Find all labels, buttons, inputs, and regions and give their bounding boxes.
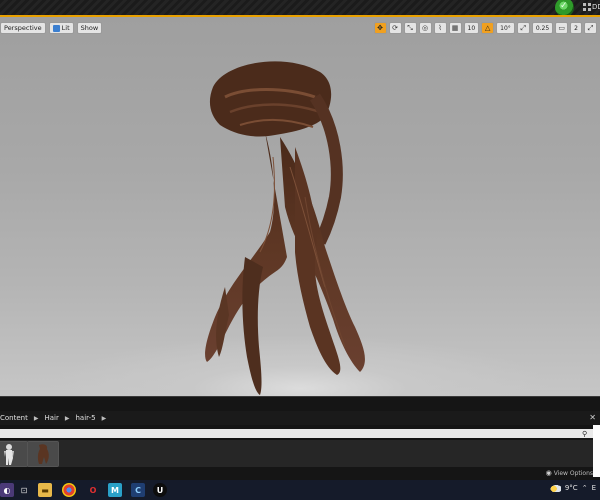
lit-label: Lit [61, 24, 70, 32]
window-title: DD [592, 3, 600, 11]
hair-mesh[interactable] [185, 57, 395, 402]
weather-temp[interactable]: 9°C [565, 484, 578, 492]
grid-snap-icon[interactable]: ▦ [448, 22, 462, 34]
details-panel-edge [593, 425, 600, 477]
start-avatar-icon[interactable]: ◐ [0, 483, 14, 497]
chevron-right-icon[interactable]: ▶ [65, 415, 70, 422]
close-icon[interactable]: ✕ [589, 413, 596, 422]
level-viewport[interactable]: Perspective Lit Show ✥ ⟳ ⤡ ◎ ⌇ ▦ 10 △ 10… [0, 15, 600, 397]
chevron-up-icon[interactable]: ⌃ [582, 484, 588, 492]
perspective-button[interactable]: Perspective [0, 22, 46, 34]
asset-grid [0, 440, 593, 467]
os-taskbar: ◐ ⊡ ▬ O M C U 9°C ⌃ E [0, 480, 600, 500]
breadcrumb-content[interactable]: Content [0, 414, 28, 422]
world-local-icon[interactable]: ◎ [418, 22, 432, 34]
chrome-icon[interactable] [62, 483, 76, 497]
asset-thumbnail-character[interactable] [0, 441, 28, 467]
opera-icon[interactable]: O [86, 483, 100, 497]
view-options-button[interactable]: ◉ View Options [546, 469, 593, 477]
scale-mode-icon[interactable]: ⤡ [403, 22, 417, 34]
hair-thumbnail-icon [28, 442, 58, 466]
show-label: Show [80, 24, 99, 32]
show-button[interactable]: Show [76, 22, 103, 34]
lit-icon [52, 24, 60, 32]
asset-search-input[interactable] [0, 429, 593, 438]
breadcrumb-hair-5[interactable]: hair-5 [75, 414, 95, 422]
select-mode-icon[interactable]: ✥ [373, 22, 387, 34]
eye-icon: ◉ [545, 469, 552, 477]
camera-speed-icon[interactable]: ▭ [555, 22, 569, 34]
rotation-snap-icon[interactable]: △ [481, 22, 495, 34]
tray-label: E [591, 484, 596, 492]
viewport-toolbar-right: ✥ ⟳ ⤡ ◎ ⌇ ▦ 10 △ 10° ⤢ 0.25 ▭ 2 ⤢ [373, 22, 597, 34]
content-browser-path-bar: Content ▶ Hair ▶ hair-5 ▶ ✕ [0, 411, 600, 425]
rotate-mode-icon[interactable]: ⟳ [388, 22, 402, 34]
system-tray: 9°C ⌃ E [548, 484, 596, 492]
rotation-snap-value[interactable]: 10° [496, 22, 515, 34]
unreal-engine-icon[interactable]: U [153, 483, 167, 497]
layout-icon[interactable] [583, 3, 591, 11]
app-c-icon[interactable]: C [131, 483, 145, 497]
camera-speed-value[interactable]: 2 [570, 22, 582, 34]
title-bar: DD [0, 0, 600, 17]
grid-snap-value[interactable]: 10 [463, 22, 480, 34]
surface-snap-icon[interactable]: ⌇ [433, 22, 447, 34]
weather-icon[interactable] [548, 484, 561, 492]
character-thumbnail-icon [0, 442, 27, 466]
breadcrumb-hair[interactable]: Hair [44, 414, 58, 422]
scale-snap-value[interactable]: 0.25 [531, 22, 554, 34]
viewport-toolbar-left: Perspective Lit Show [0, 22, 103, 36]
maximize-viewport-icon[interactable]: ⤢ [584, 22, 597, 34]
scale-snap-icon[interactable]: ⤢ [516, 22, 530, 34]
perspective-label: Perspective [4, 24, 42, 32]
search-icon[interactable]: ⚲ [582, 430, 592, 438]
chevron-right-icon[interactable]: ▶ [34, 415, 39, 422]
chevron-right-icon[interactable]: ▶ [102, 415, 107, 422]
file-explorer-icon[interactable]: ▬ [38, 483, 52, 497]
view-options-label: View Options [553, 469, 593, 477]
asset-thumbnail-hair[interactable] [27, 441, 59, 467]
task-view-icon[interactable]: ⊡ [17, 483, 31, 497]
app-m-icon[interactable]: M [108, 483, 122, 497]
lit-button[interactable]: Lit [48, 22, 74, 34]
